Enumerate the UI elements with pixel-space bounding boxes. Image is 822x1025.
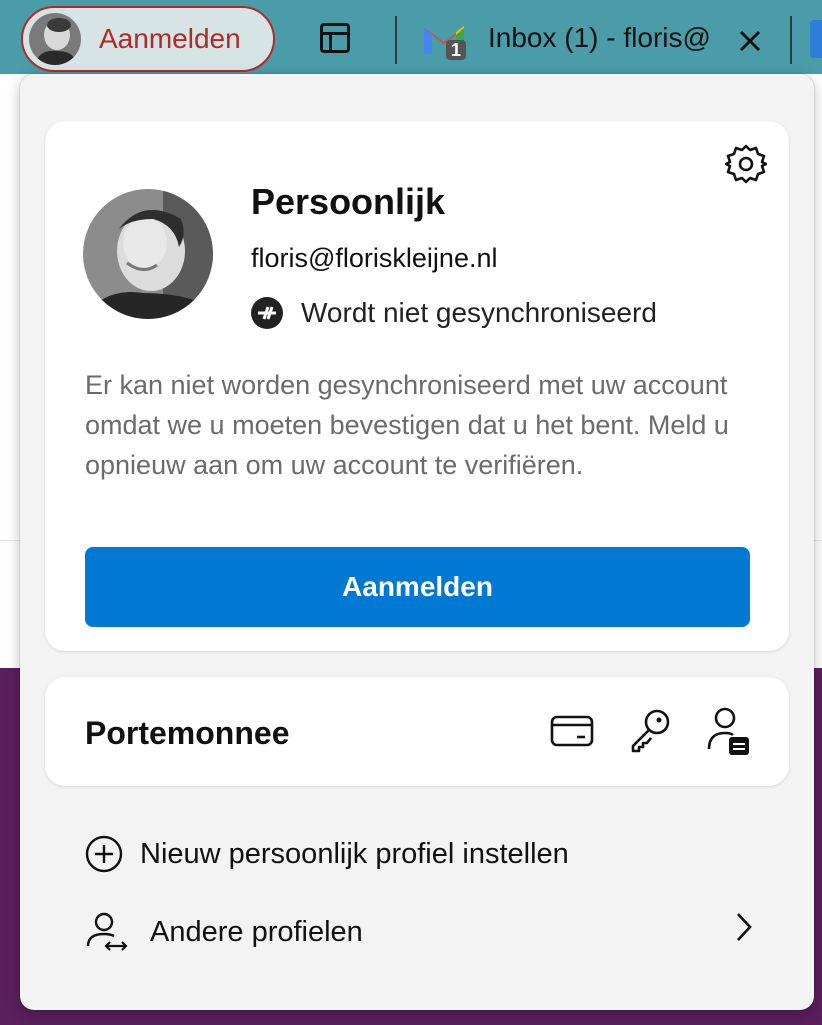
sync-off-icon xyxy=(251,297,283,329)
new-profile-item[interactable]: Nieuw persoonlijk profiel instellen xyxy=(84,834,569,874)
wallet-card[interactable]: Portemonnee xyxy=(45,677,789,786)
wallet-title: Portemonnee xyxy=(85,715,290,751)
close-tab-icon[interactable] xyxy=(736,27,764,55)
avatar xyxy=(29,13,81,65)
other-profiles-label: Andere profielen xyxy=(150,915,363,948)
switch-profile-icon xyxy=(86,912,128,951)
profile-avatar xyxy=(83,189,213,319)
chevron-right-icon[interactable] xyxy=(730,910,756,944)
profile-name: Persoonlijk xyxy=(251,181,446,222)
next-tab-edge[interactable] xyxy=(810,20,822,58)
credit-card-icon[interactable] xyxy=(549,705,595,757)
profile-email: floris@floriskleijne.nl xyxy=(251,243,498,273)
tab-actions-icon[interactable] xyxy=(320,23,350,53)
key-icon[interactable] xyxy=(627,705,673,757)
profile-flyout: Persoonlijk floris@floriskleijne.nl Word… xyxy=(20,74,814,1010)
new-profile-label: Nieuw persoonlijk profiel instellen xyxy=(140,837,569,870)
tab-separator xyxy=(790,16,792,64)
gmail-icon: 1 xyxy=(422,20,468,60)
person-card-icon[interactable] xyxy=(705,705,751,757)
gear-icon[interactable] xyxy=(724,143,768,185)
gmail-badge: 1 xyxy=(451,40,461,60)
signin-button[interactable]: Aanmelden xyxy=(85,547,750,627)
profile-signin-button[interactable]: Aanmelden xyxy=(21,6,275,72)
other-profiles-item[interactable]: Andere profielen xyxy=(84,910,363,954)
add-circle-icon xyxy=(85,835,123,873)
profile-card: Persoonlijk floris@floriskleijne.nl Word… xyxy=(45,121,789,651)
sync-status: Wordt niet gesynchroniseerd xyxy=(251,297,657,329)
profile-signin-label: Aanmelden xyxy=(99,23,241,54)
tab-title[interactable]: Inbox (1) - floris@ xyxy=(488,22,720,62)
sync-status-text: Wordt niet gesynchroniseerd xyxy=(301,297,657,328)
tab-separator xyxy=(395,16,397,64)
sync-error-message: Er kan niet worden gesynchroniseerd met … xyxy=(85,370,729,480)
